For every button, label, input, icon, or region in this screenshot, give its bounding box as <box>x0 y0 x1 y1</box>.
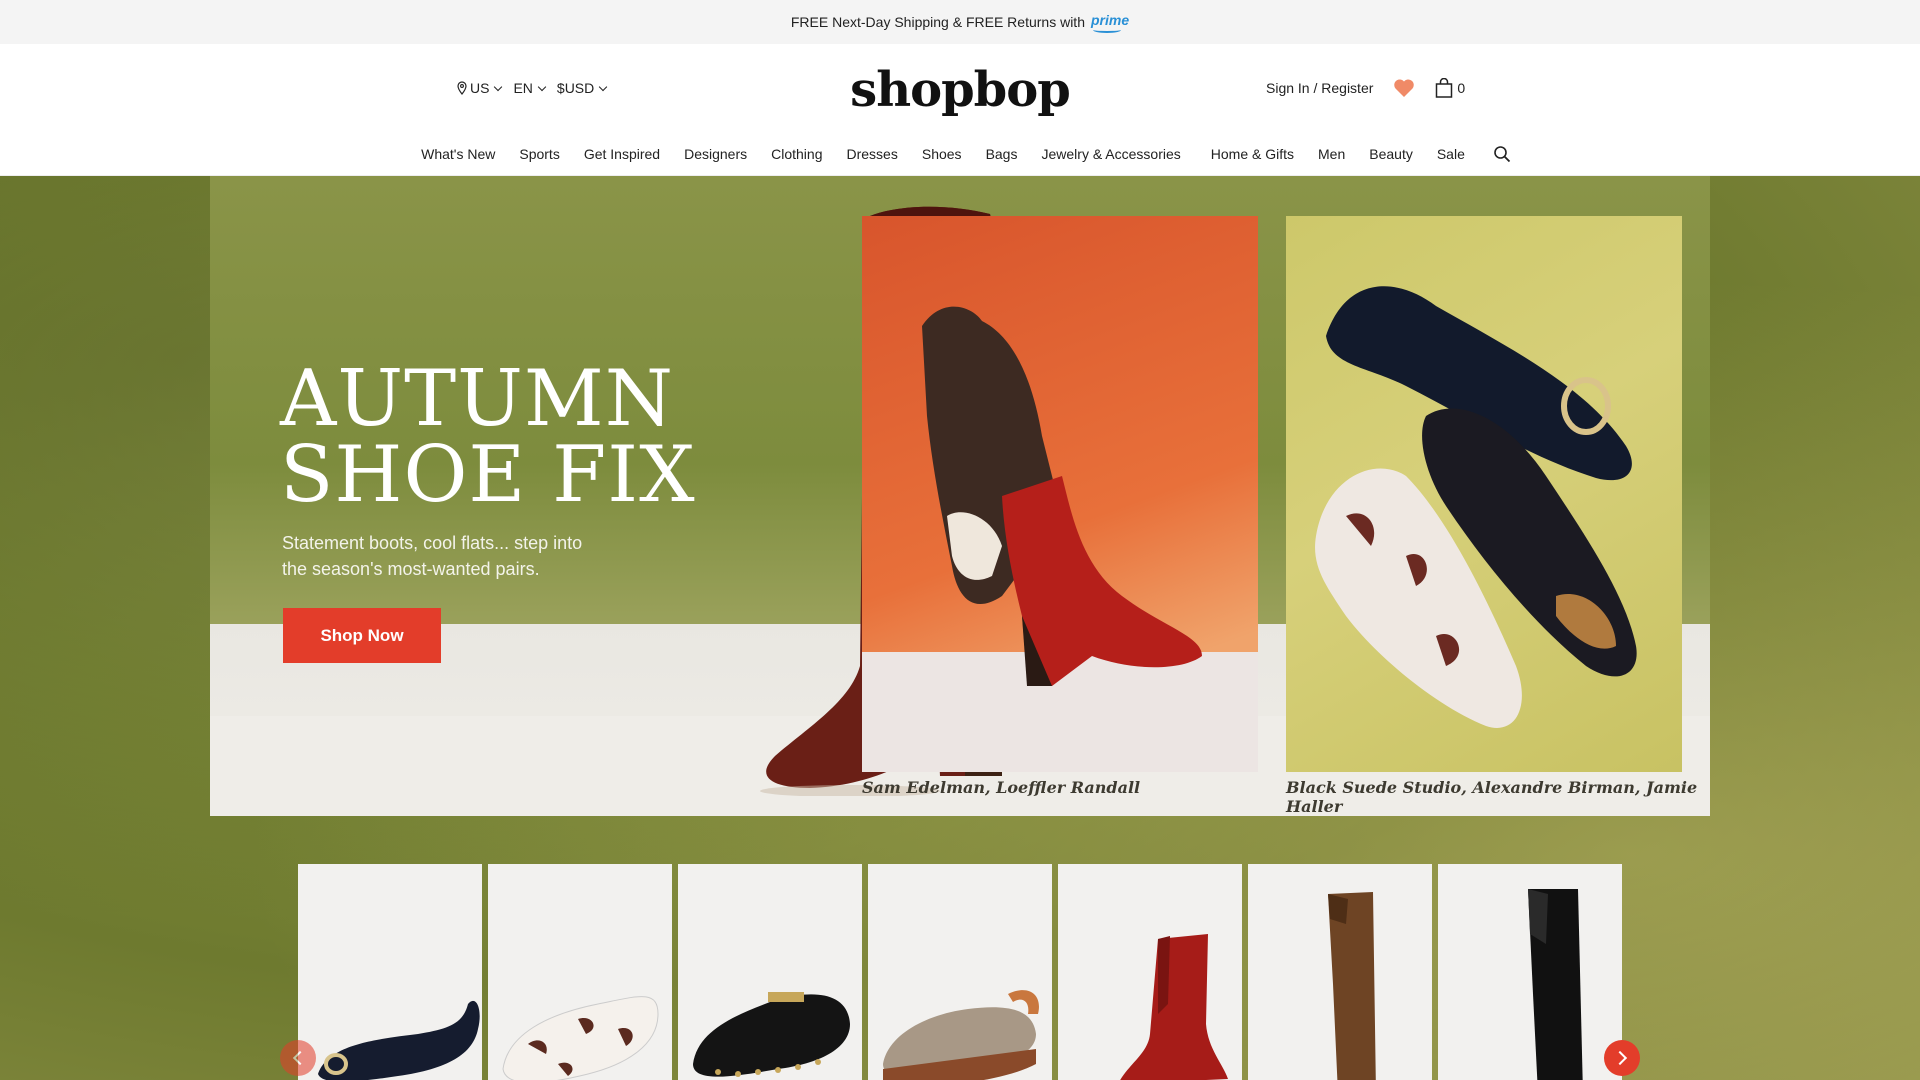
nav-item-home-gifts[interactable]: Home & Gifts <box>1199 146 1306 162</box>
carousel-prev-button[interactable] <box>280 1040 316 1076</box>
product-card[interactable] <box>868 864 1052 1080</box>
caption-right[interactable]: Black Suede Studio, Alexandre Birman, Ja… <box>1286 778 1710 816</box>
nav-item-get-inspired[interactable]: Get Inspired <box>572 146 672 162</box>
caption-left[interactable]: Sam Edelman, Loeffler Randall <box>862 778 1140 797</box>
nav-item-dresses[interactable]: Dresses <box>835 146 910 162</box>
hero-headline-line1: AUTUMN <box>280 354 674 444</box>
hero-headline-line2: SHOE FIX <box>280 430 696 520</box>
shop-now-button[interactable]: Shop Now <box>283 608 441 663</box>
product-card[interactable] <box>1248 864 1432 1080</box>
cow-print-loafer-image <box>502 996 659 1080</box>
sign-in-link[interactable]: Sign In / Register <box>1266 80 1373 96</box>
account-area: Sign In / Register 0 <box>1266 78 1465 98</box>
nav-item-sports[interactable]: Sports <box>507 146 571 162</box>
nav-item-sale[interactable]: Sale <box>1425 146 1477 162</box>
prime-logo: prime <box>1090 12 1130 33</box>
carousel-next-button[interactable] <box>1604 1040 1640 1076</box>
hero-banner[interactable]: AUTUMN SHOE FIX Statement boots, cool fl… <box>210 176 1710 816</box>
nav-item-clothing[interactable]: Clothing <box>759 146 834 162</box>
promo-bar: FREE Next-Day Shipping & FREE Returns wi… <box>0 0 1920 44</box>
heart-icon[interactable] <box>1393 78 1415 98</box>
nav-item-men[interactable]: Men <box>1306 146 1357 162</box>
monogram-clog-image <box>883 990 1039 1080</box>
nav-item-whats-new[interactable]: What's New <box>409 146 507 162</box>
western-boots-image <box>922 306 1202 686</box>
product-card[interactable] <box>298 864 482 1080</box>
nav-item-shoes[interactable]: Shoes <box>910 146 974 162</box>
black-clog-image <box>693 992 850 1077</box>
black-knee-boot-image <box>1528 889 1583 1080</box>
nav-item-beauty[interactable]: Beauty <box>1357 146 1425 162</box>
site-logo[interactable]: shopbop <box>0 62 1920 118</box>
product-card[interactable] <box>1438 864 1622 1080</box>
cart-count: 0 <box>1457 80 1466 96</box>
main-nav: What's New Sports Get Inspired Designers… <box>0 132 1920 176</box>
nav-item-jewelry-accessories[interactable]: Jewelry & Accessories <box>1029 146 1198 162</box>
nav-item-bags[interactable]: Bags <box>974 146 1030 162</box>
navy-flat-image <box>318 1000 480 1080</box>
chevron-left-icon <box>292 1050 308 1066</box>
flats-image <box>1315 286 1637 728</box>
prime-smile-icon <box>1092 27 1121 33</box>
cart-button[interactable]: 0 <box>1435 78 1465 98</box>
prime-wordmark: prime <box>1090 12 1130 28</box>
product-card[interactable] <box>488 864 672 1080</box>
hero-headline: AUTUMN SHOE FIX <box>280 354 696 520</box>
site-header: US EN $USD shopbop Sign In / Register 0 <box>0 44 1920 132</box>
product-carousel <box>298 864 1622 1080</box>
hero-subhead: Statement boots, cool flats... step into… <box>282 533 583 579</box>
nav-item-designers[interactable]: Designers <box>672 146 759 162</box>
brown-woven-boot-image <box>1328 892 1376 1080</box>
promo-text: FREE Next-Day Shipping & FREE Returns wi… <box>790 14 1085 30</box>
search-icon[interactable] <box>1493 145 1511 163</box>
red-western-boot-image <box>1120 934 1228 1080</box>
product-card[interactable] <box>1058 864 1242 1080</box>
shopping-bag-icon <box>1436 78 1453 98</box>
western-boots-photo <box>862 216 1258 772</box>
chevron-right-icon <box>1612 1050 1628 1066</box>
product-card[interactable] <box>678 864 862 1080</box>
flats-photo <box>1286 216 1682 772</box>
